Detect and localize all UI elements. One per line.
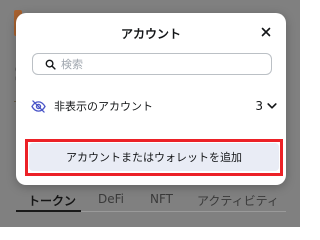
tab-defi: DeFi xyxy=(98,192,124,206)
tab-activity: アクティビティ xyxy=(197,194,279,208)
hidden-accounts-toggle[interactable]: 非表示のアカウント 3 xyxy=(30,96,278,116)
hidden-accounts-label: 非表示のアカウント xyxy=(54,100,153,113)
add-account-or-wallet-button[interactable]: アカウントまたはウォレットを追加 xyxy=(29,143,279,171)
chevron-down-icon xyxy=(266,100,278,112)
search-box[interactable] xyxy=(32,53,272,75)
modal-title: アカウント xyxy=(120,27,181,41)
tab-nft: NFT xyxy=(150,192,173,206)
background-tabs: トークン DeFi NFT アクティビティ xyxy=(0,186,300,227)
screen: S T トークン DeFi NFT アクティビティ アカウント xyxy=(0,0,300,227)
close-button[interactable] xyxy=(256,21,276,41)
active-tab-underline xyxy=(16,210,81,212)
hidden-accounts-count: 3 xyxy=(255,99,263,113)
search-icon xyxy=(43,57,57,71)
search-input[interactable] xyxy=(61,57,261,71)
eye-slash-icon xyxy=(30,98,46,114)
tab-tokens: トークン xyxy=(28,194,77,208)
close-icon xyxy=(261,22,271,41)
